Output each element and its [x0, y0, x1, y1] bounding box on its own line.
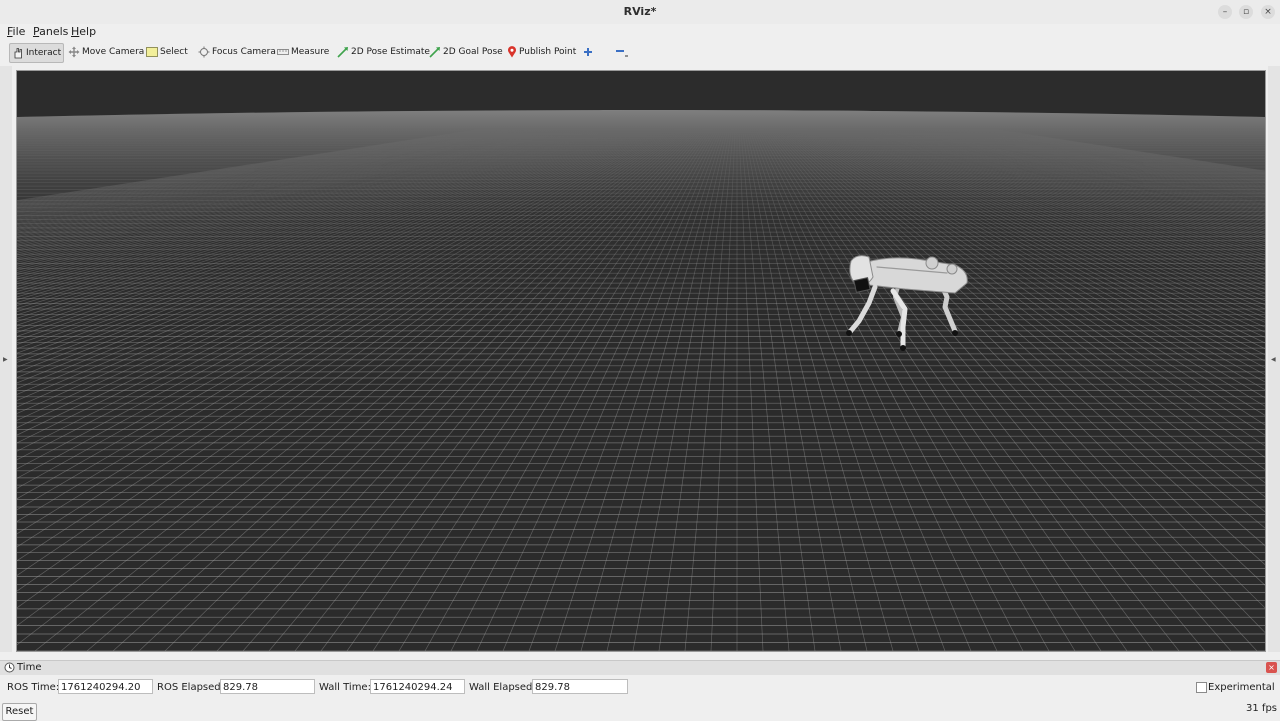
window-title: RViz*: [623, 5, 657, 18]
time-panel: ROS Time: 1761240294.20 ROS Elapsed: 829…: [0, 676, 1280, 700]
wall-time-label: Wall Time:: [319, 682, 371, 693]
left-dock-handle[interactable]: ▶: [0, 66, 12, 652]
move-arrows-icon: [68, 46, 80, 58]
crosshair-icon: [198, 46, 210, 58]
render-3d-view[interactable]: [16, 70, 1266, 652]
fps-readout: 31 fps: [1246, 703, 1277, 714]
expand-left-icon: ▶: [3, 356, 8, 363]
wall-time-field[interactable]: 1761240294.24: [370, 679, 465, 694]
menu-file[interactable]: File: [7, 25, 25, 38]
move-camera-tool[interactable]: Move Camera: [68, 43, 144, 61]
goal-arrow-icon: [429, 47, 440, 58]
select-tool[interactable]: Select: [146, 43, 188, 61]
ros-elapsed-field[interactable]: 829.78: [220, 679, 315, 694]
maximize-button[interactable]: ▫: [1239, 5, 1253, 19]
tools-toolbar: Interact Move Camera Select Focus Camera…: [0, 40, 1280, 64]
select-box-icon: [146, 47, 158, 57]
2d-pose-estimate-tool[interactable]: 2D Pose Estimate: [337, 43, 430, 61]
minus-icon: [616, 50, 628, 57]
scene-canvas: [17, 71, 1265, 651]
focus-camera-tool[interactable]: Focus Camera: [198, 43, 276, 61]
minimize-button[interactable]: –: [1218, 5, 1232, 19]
interact-tool[interactable]: Interact: [9, 43, 65, 63]
time-panel-title: Time: [17, 662, 42, 673]
status-bar: Reset 31 fps: [0, 701, 1280, 721]
clock-icon: [4, 662, 15, 673]
publish-point-tool[interactable]: Publish Point: [507, 43, 576, 61]
close-panel-icon[interactable]: ×: [1266, 662, 1277, 673]
menu-help[interactable]: Help: [71, 25, 96, 38]
experimental-label: Experimental: [1208, 682, 1275, 693]
hand-cursor-icon: [14, 48, 22, 59]
add-tool-button[interactable]: [583, 43, 593, 61]
plus-icon: [584, 48, 592, 56]
experimental-checkbox[interactable]: [1196, 682, 1207, 693]
time-panel-header: Time ×: [0, 660, 1280, 675]
wall-elapsed-label: Wall Elapsed:: [469, 682, 536, 693]
menu-bar: File Panels Help: [0, 24, 1280, 40]
ros-time-field[interactable]: 1761240294.20: [58, 679, 153, 694]
ros-elapsed-label: ROS Elapsed:: [157, 682, 224, 693]
ros-time-label: ROS Time:: [7, 682, 60, 693]
wall-elapsed-field[interactable]: 829.78: [532, 679, 628, 694]
remove-tool-button[interactable]: [615, 43, 629, 61]
measure-tool[interactable]: Measure: [277, 43, 329, 61]
map-pin-icon: [508, 46, 516, 58]
expand-right-icon: ◀: [1271, 356, 1276, 363]
close-window-button[interactable]: ×: [1261, 5, 1275, 19]
title-bar: RViz* – ▫ ×: [0, 0, 1280, 24]
menu-panels[interactable]: Panels: [33, 25, 68, 38]
ruler-icon: [277, 49, 289, 55]
2d-goal-pose-tool[interactable]: 2D Goal Pose: [429, 43, 503, 61]
pose-arrow-icon: [337, 47, 348, 58]
reset-button[interactable]: Reset: [2, 703, 37, 721]
right-dock-handle[interactable]: ◀: [1268, 66, 1280, 652]
